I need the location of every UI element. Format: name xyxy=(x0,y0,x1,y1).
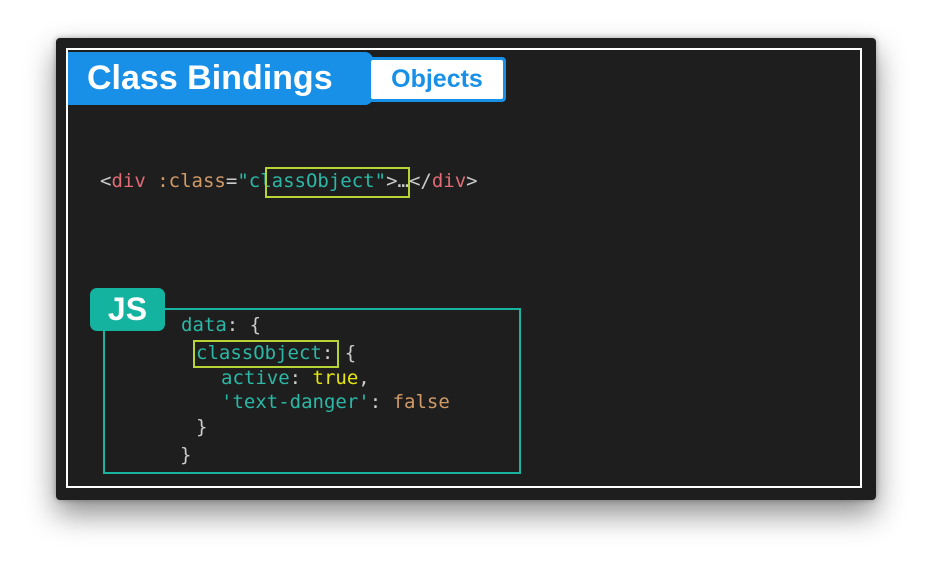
subtitle-badge: Objects xyxy=(368,57,506,102)
code-token-tag: div xyxy=(431,170,467,192)
js-line-data: data: { xyxy=(181,314,261,336)
code-token: < xyxy=(100,170,112,192)
code-token: : { xyxy=(226,314,262,336)
code-token-key: active xyxy=(221,367,290,389)
code-token: > xyxy=(466,170,478,192)
code-token-key: 'text-danger' xyxy=(221,391,370,413)
classobject-highlight xyxy=(193,340,339,368)
code-token-value: false xyxy=(392,391,450,413)
js-line-close-outer: } xyxy=(180,444,192,466)
page-title: Class Bindings xyxy=(68,52,373,105)
code-token: = xyxy=(225,170,238,192)
js-line-close-inner: } xyxy=(196,416,208,438)
code-token: " xyxy=(237,170,249,192)
subtitle-label: Objects xyxy=(371,60,503,99)
js-line-active: active: true, xyxy=(221,367,370,389)
code-token-key: data xyxy=(181,314,227,336)
code-token-value: true xyxy=(312,367,359,389)
code-token-tag: div xyxy=(111,170,146,192)
js-badge: JS xyxy=(90,288,165,331)
code-token-attr: :class xyxy=(157,170,226,192)
code-token: , xyxy=(358,367,370,389)
code-token: : xyxy=(369,391,393,413)
code-token: : xyxy=(289,367,313,389)
js-line-text-danger: 'text-danger': false xyxy=(221,391,450,413)
binding-highlight xyxy=(265,167,410,198)
